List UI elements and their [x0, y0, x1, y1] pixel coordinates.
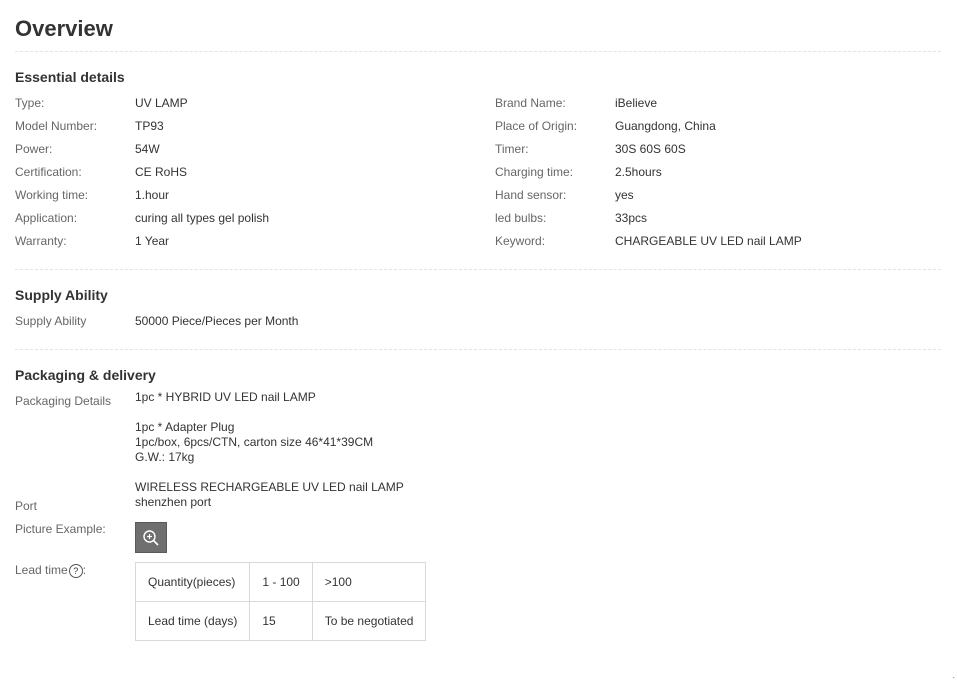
- detail-label: Warranty:: [15, 234, 67, 248]
- lead-time-colon: :: [82, 563, 87, 577]
- table-cell: To be negotiated: [311, 601, 427, 641]
- divider-top: [15, 51, 941, 52]
- port-label: Port: [15, 499, 38, 513]
- question-icon[interactable]: ?: [68, 563, 83, 578]
- section-title-packaging: Packaging & delivery: [15, 367, 156, 383]
- supply-label: Supply Ability: [15, 314, 87, 328]
- lead-time-table: Quantity(pieces) 1 - 100 >100 Lead time …: [134, 562, 427, 641]
- detail-value: 30S 60S 60S: [615, 142, 686, 156]
- packaging-line: 1pc/box, 6pcs/CTN, carton size 46*41*39C…: [135, 435, 374, 449]
- detail-value: yes: [615, 188, 634, 202]
- packaging-line: 1pc * HYBRID UV LED nail LAMP: [135, 390, 316, 404]
- detail-label: Hand sensor:: [495, 188, 567, 202]
- corner-mark: .: [952, 670, 955, 680]
- packaging-line-blank: [135, 465, 404, 480]
- detail-label: Model Number:: [15, 119, 98, 133]
- packaging-line: 1pc * Adapter Plug: [135, 420, 235, 434]
- detail-value: curing all types gel polish: [135, 211, 270, 225]
- table-cell: 1 - 100: [249, 562, 313, 602]
- detail-label: Place of Origin:: [495, 119, 578, 133]
- table-cell: >100: [311, 562, 427, 602]
- packaging-details-text: 1pc * HYBRID UV LED nail LAMP 1pc * Adap…: [135, 390, 404, 510]
- detail-label: Keyword:: [495, 234, 546, 248]
- picture-example-button[interactable]: [135, 522, 167, 553]
- table-cell: Lead time (days): [134, 601, 251, 641]
- page-title: Overview: [15, 16, 113, 41]
- detail-label: Brand Name:: [495, 96, 566, 110]
- detail-value: 1.hour: [135, 188, 170, 202]
- table-cell: Quantity(pieces): [134, 562, 251, 602]
- detail-value: 54W: [135, 142, 160, 156]
- detail-value: 33pcs: [615, 211, 648, 225]
- detail-value: 1 Year: [135, 234, 170, 248]
- detail-value: CE RoHS: [135, 165, 188, 179]
- detail-label: Application:: [15, 211, 78, 225]
- lead-time-label-group: Lead time?:: [15, 563, 86, 578]
- detail-label: Certification:: [15, 165, 82, 179]
- detail-value: CHARGEABLE UV LED nail LAMP: [615, 234, 802, 248]
- detail-value: UV LAMP: [135, 96, 188, 110]
- table-cell: 15: [249, 601, 313, 641]
- table-row: Lead time (days) 15 To be negotiated: [134, 601, 427, 641]
- detail-label: Timer:: [495, 142, 529, 156]
- divider-essential: [15, 269, 941, 270]
- packaging-line-blank: [135, 405, 404, 420]
- detail-label: Power:: [15, 142, 53, 156]
- picture-example-label: Picture Example:: [15, 522, 106, 536]
- table-row: Quantity(pieces) 1 - 100 >100: [134, 562, 427, 602]
- lead-time-label: Lead time: [15, 563, 68, 577]
- detail-value: Guangdong, China: [615, 119, 716, 133]
- detail-label: Working time:: [15, 188, 89, 202]
- supply-value: 50000 Piece/Pieces per Month: [135, 314, 299, 328]
- detail-value: TP93: [135, 119, 164, 133]
- detail-label: led bulbs:: [495, 211, 547, 225]
- detail-value: iBelieve: [615, 96, 658, 110]
- packaging-details-label: Packaging Details: [15, 394, 112, 408]
- detail-value: 2.5hours: [615, 165, 662, 179]
- packaging-line: WIRELESS RECHARGEABLE UV LED nail LAMP: [135, 480, 404, 494]
- port-value: shenzhen port: [135, 495, 212, 509]
- section-title-essential: Essential details: [15, 69, 125, 85]
- zoom-in-icon: [143, 529, 159, 546]
- section-title-supply: Supply Ability: [15, 287, 108, 303]
- divider-supply: [15, 349, 941, 350]
- detail-label: Charging time:: [495, 165, 574, 179]
- packaging-line: G.W.: 17kg: [135, 450, 195, 464]
- detail-label: Type:: [15, 96, 45, 110]
